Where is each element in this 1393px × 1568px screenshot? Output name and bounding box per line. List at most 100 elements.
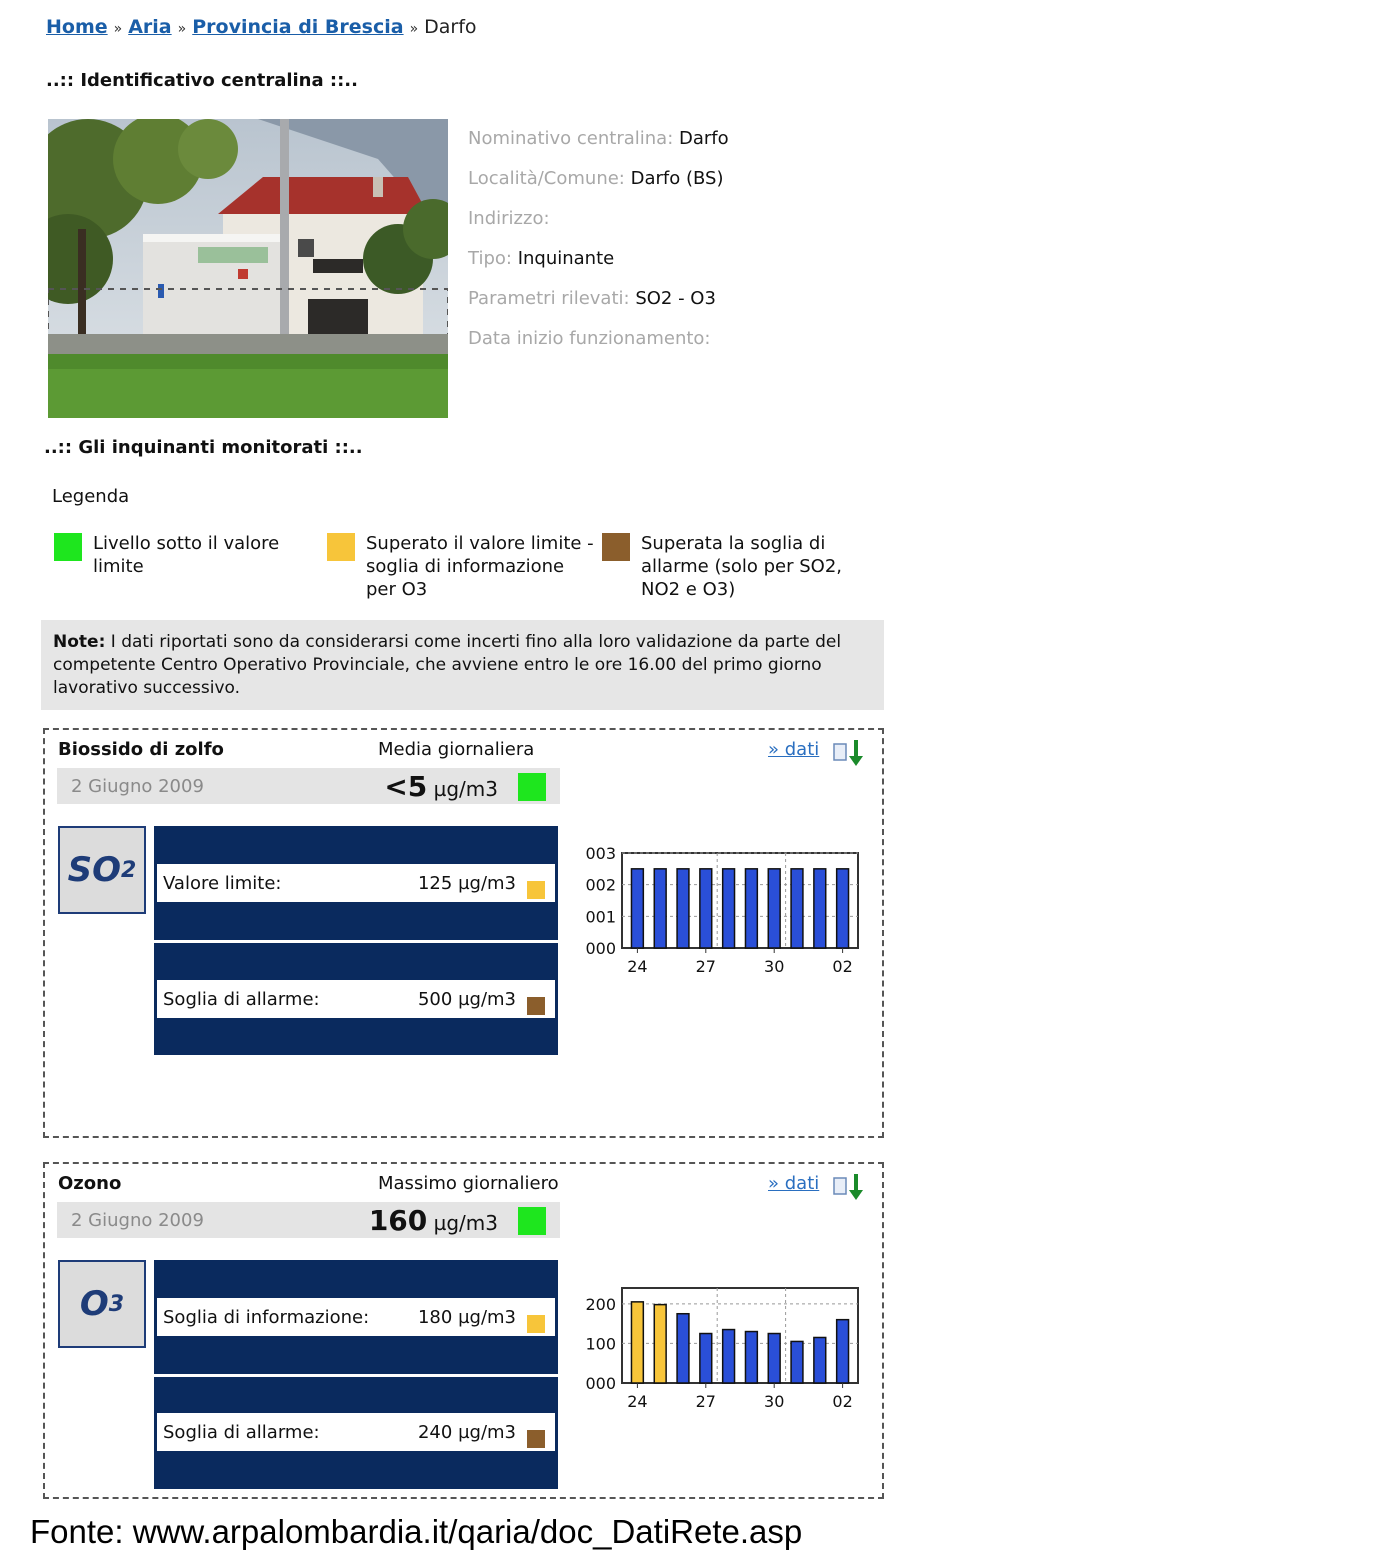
value-number: <5 [384,770,428,803]
threshold-label: Soglia di informazione: [163,1307,370,1328]
panel-title: Ozono [58,1173,122,1194]
bar [744,1330,759,1384]
bar [744,868,759,949]
legend-swatch-yellow [327,533,355,561]
status-square [518,1207,546,1235]
breadcrumb-link-aria[interactable]: Aria [128,16,171,38]
breadcrumb-link-provincia[interactable]: Provincia di Brescia [192,16,403,38]
threshold-color-square [527,881,545,899]
threshold-color-square [527,1315,545,1333]
y-tick-label: 100 [585,1334,616,1353]
o3-trend-chart: 000 100 200 24 27 30 02 [585,1287,859,1411]
breadcrumb-separator: » [113,21,123,37]
breadcrumb-link-home[interactable]: Home [46,16,108,38]
info-value: Darfo (BS) [630,168,724,189]
threshold-label: Valore limite: [163,873,282,894]
y-tick-label: 003 [585,844,616,863]
legend-text-below-limit: Livello sotto il valore limite [93,533,280,577]
symbol-subscript: 3 [108,1291,125,1317]
x-tick-label: 24 [627,1392,647,1411]
info-row-indirizzo: Indirizzo: [468,208,550,229]
breadcrumb: Home » Aria » Provincia di Brescia » Darfo [46,16,477,38]
panel-metric: Media giornaliera [378,739,535,760]
info-row-parametri: Parametri rilevati: SO2 - O3 [468,288,716,309]
symbol-subscript: 2 [121,857,137,883]
legend-swatch-brown [602,533,630,561]
bar [835,1318,850,1384]
x-tick-label: 02 [832,1392,852,1411]
measurement-date: 2 Giugno 2009 [71,776,204,797]
x-tick-label: 27 [696,957,716,976]
measurement-value: <5 µg/m3 [384,770,498,803]
bar [676,1312,690,1384]
bar [630,1301,645,1384]
bar [721,868,736,949]
note-box: Note: I dati riportati sono da considera… [41,620,884,710]
legend-title: Legenda [52,486,130,507]
x-tick-label: 24 [627,957,647,976]
bar [653,868,667,949]
section-title-inquinanti: ..:: Gli inquinanti monitorati ::.. [44,437,363,458]
y-tick-label: 200 [585,1295,616,1314]
bar [835,868,850,949]
threshold-color-square [527,1430,545,1448]
bar [767,868,781,949]
pollutant-symbol-so2: SO 2 [58,826,146,914]
station-photo [48,119,448,418]
measurement-value: 160 µg/m3 [369,1204,498,1237]
bar [813,868,827,949]
breadcrumb-separator: » [409,21,419,37]
pollutant-symbol-o3: O3 [58,1260,146,1348]
panel-metric: Massimo giornaliero [378,1173,559,1194]
bar [630,868,645,949]
threshold-value: 500 µg/m3 [417,989,516,1010]
info-row-data-inizio: Data inizio funzionamento: [468,328,711,349]
breadcrumb-separator: » [177,21,187,37]
x-tick-label: 02 [832,957,852,976]
y-tick-label: 000 [585,939,616,958]
status-square [518,773,546,801]
so2-trend-chart: 000 001 002 003 24 27 30 02 [585,844,859,976]
threshold-label: Soglia di allarme: [163,1422,320,1443]
info-row-tipo: Tipo: Inquinante [468,248,614,269]
info-value: Darfo [679,128,729,149]
threshold-value: 125 µg/m3 [417,873,516,894]
section-title-identificativo: ..:: Identificativo centralina ::.. [46,70,358,91]
legend-text-alarm-exceeded: Superata la soglia di allarme (solo per … [641,533,843,600]
info-value: Inquinante [517,248,615,269]
y-tick-label: 000 [585,1374,616,1393]
threshold-value: 180 µg/m3 [417,1307,516,1328]
y-tick-label: 001 [585,907,616,926]
table-divider [154,940,558,943]
info-label: Indirizzo: [468,208,550,229]
y-tick-label: 002 [585,876,616,895]
symbol-text: O [79,1284,109,1324]
info-label: Nominativo centralina: [468,128,674,149]
dati-link[interactable]: » dati [768,1173,819,1194]
symbol-text: SO [67,850,122,890]
dati-link[interactable]: » dati [768,739,819,760]
download-icon[interactable] [832,1172,866,1208]
value-unit: µg/m3 [433,777,498,801]
threshold-value: 240 µg/m3 [417,1422,516,1443]
info-label: Località/Comune: [468,168,625,189]
note-text: I dati riportati sono da considerarsi co… [53,632,842,698]
threshold-label: Soglia di allarme: [163,989,320,1010]
x-tick-label: 30 [764,957,784,976]
source-caption: Fonte: www.arpalombardia.it/qaria/doc_Da… [30,1513,803,1550]
bar [813,1336,827,1384]
info-label: Tipo: [468,248,512,269]
bar [721,1328,736,1384]
threshold-color-square [527,997,545,1015]
info-row-localita: Località/Comune: Darfo (BS) [468,168,724,189]
info-label: Parametri rilevati: [468,288,630,309]
bar [699,868,713,949]
x-tick-label: 27 [696,1392,716,1411]
panel-title: Biossido di zolfo [58,739,224,760]
download-icon[interactable] [832,738,866,774]
value-number: 160 [368,1204,428,1237]
bar [653,1303,667,1384]
note-label: Note: [53,632,106,652]
legend-text-limit-exceeded: Superato il valore limite - soglia di in… [366,533,594,600]
bar [699,1332,713,1384]
